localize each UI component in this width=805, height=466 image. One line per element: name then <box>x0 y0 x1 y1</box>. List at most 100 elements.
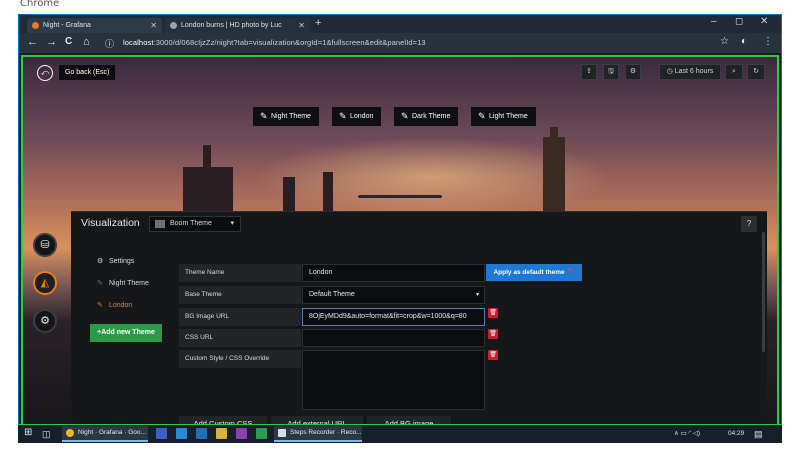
app-icon[interactable] <box>196 428 207 439</box>
settings-gear-icon[interactable]: ⚙ <box>625 64 641 80</box>
save-icon[interactable]: 🖫 <box>603 64 619 80</box>
help-button[interactable]: ? <box>741 216 757 232</box>
visualization-editor: Visualization Boom Theme ▾ ? ⚙ Settings … <box>71 211 767 424</box>
css-url-input[interactable] <box>302 329 485 347</box>
delete-custom-style-icon[interactable]: 🗑 <box>488 350 498 360</box>
excel-icon[interactable] <box>256 428 267 439</box>
delete-css-url-icon[interactable]: 🗑 <box>488 329 498 339</box>
app-icon[interactable] <box>156 428 167 439</box>
tab-grafana[interactable]: Night - Grafana ✕ <box>27 18 162 33</box>
start-windows-icon[interactable]: ⊞ <box>24 427 32 439</box>
clock[interactable]: 04:29 <box>728 428 744 440</box>
pencil-icon: ✎ <box>97 280 103 287</box>
editor-scrollbar[interactable] <box>762 232 765 352</box>
url-host: localhost <box>123 38 154 47</box>
minimize-button[interactable]: – <box>711 16 717 27</box>
gear-icon: ⚙ <box>97 258 104 265</box>
caret-down-icon: ▾ <box>230 220 234 227</box>
reload-icon[interactable]: C <box>65 36 72 47</box>
zoom-out-icon[interactable]: ⌕ <box>725 64 743 80</box>
pencil-icon: ✎ <box>339 111 347 121</box>
notification-center-icon[interactable]: ▤ <box>754 428 763 440</box>
browser-menu-icon[interactable]: ⋮ <box>763 36 773 47</box>
tab-title: London burns | HD photo by Luc <box>181 22 282 29</box>
taskbar-chrome-window[interactable]: Night · Grafana · Goo... <box>62 426 148 442</box>
close-tab-icon[interactable]: ✕ <box>298 18 305 33</box>
base-theme-value: Default Theme <box>309 291 355 298</box>
london-theme-button[interactable]: ✎ London <box>332 107 382 126</box>
maximize-button[interactable]: ◻ <box>735 16 743 27</box>
app-icon[interactable] <box>236 428 247 439</box>
pencil-icon: ✎ <box>97 302 103 309</box>
pencil-icon: ✎ <box>401 111 409 121</box>
theme-name-label: Theme Name <box>179 264 301 282</box>
address-bar-row: ← → C ⌂ ⓘ localhost:3000/d/068cIjzZz/nig… <box>19 33 781 53</box>
base-theme-select[interactable]: Default Theme ▾ <box>302 286 485 304</box>
nav-night-theme[interactable]: ✎ Night Theme <box>97 279 149 287</box>
custom-style-textarea[interactable] <box>302 350 485 410</box>
system-tray-icons[interactable]: ∧ ▭ ◜ ◁) <box>674 428 700 440</box>
night-theme-button[interactable]: ✎ Night Theme <box>253 107 319 126</box>
page-favicon-icon <box>170 22 177 29</box>
refresh-icon[interactable]: ↻ <box>747 64 765 80</box>
caret-down-icon: ▾ <box>475 292 479 298</box>
site-info-icon[interactable]: ⓘ <box>105 37 114 50</box>
go-back-icon[interactable]: ⤺ <box>37 65 53 81</box>
taskbar-window-title: Steps Recorder · Reco... <box>290 429 362 436</box>
apply-default-theme-button[interactable]: Apply as default theme ❓ <box>486 264 582 281</box>
general-settings-icon[interactable]: ⚙ <box>33 309 57 333</box>
theme-button-label: Night Theme <box>271 113 311 120</box>
browser-window: Night - Grafana ✕ London burns | HD phot… <box>18 14 782 443</box>
task-view-icon[interactable]: ◫ <box>42 428 51 440</box>
vscode-icon[interactable] <box>176 428 187 439</box>
plugin-name: Boom Theme <box>170 220 212 227</box>
add-new-theme-button[interactable]: +Add new Theme <box>90 324 162 342</box>
panel-resize-handle[interactable] <box>358 195 442 198</box>
theme-button-label: Light Theme <box>489 113 528 120</box>
tab-title: Night - Grafana <box>43 22 91 29</box>
chrome-icon <box>66 429 74 437</box>
nav-london[interactable]: ✎ London <box>97 301 132 309</box>
close-window-button[interactable]: ✕ <box>760 16 768 27</box>
grafana-favicon-icon <box>32 22 39 29</box>
forward-arrow-icon[interactable]: → <box>46 36 57 48</box>
time-range-picker[interactable]: ◷ Last 6 hours <box>659 64 721 80</box>
css-url-label: CSS URL <box>179 329 301 347</box>
theme-button-label: London <box>350 113 374 120</box>
windows-taskbar: ⊞ ◫ Night · Grafana · Goo... Steps Recor… <box>18 424 782 443</box>
clock-tower-spire <box>550 127 558 141</box>
profile-avatar-icon[interactable]: ◐ <box>741 36 747 47</box>
bookmark-star-icon[interactable]: ☆ <box>720 36 729 47</box>
nav-label: London <box>108 302 133 309</box>
base-theme-label: Base Theme <box>179 286 301 304</box>
back-arrow-icon[interactable]: ← <box>27 36 38 48</box>
taskbar-window-title: Night · Grafana · Goo... <box>78 429 146 436</box>
tab-bar: Night - Grafana ✕ London burns | HD phot… <box>19 15 781 33</box>
new-tab-button[interactable]: + <box>315 17 321 29</box>
close-tab-icon[interactable]: ✕ <box>150 18 157 33</box>
dark-theme-button[interactable]: ✎ Dark Theme <box>394 107 459 126</box>
share-icon[interactable]: ⇪ <box>581 64 597 80</box>
custom-style-label: Custom Style / CSS Override <box>179 350 301 368</box>
nav-label: Night Theme <box>108 280 149 287</box>
delete-bg-image-icon[interactable]: 🗑 <box>488 308 498 318</box>
queries-database-icon[interactable]: ⛁ <box>33 233 57 257</box>
pencil-icon: ✎ <box>478 111 486 121</box>
url-input[interactable]: localhost:3000/d/068cIjzZz/night?tab=vis… <box>123 38 426 47</box>
bg-image-url-input[interactable]: 8OjEyMDd9&auto=format&fit=crop&w=1000&q=… <box>302 308 485 326</box>
home-icon[interactable]: ⌂ <box>83 36 90 48</box>
folder-icon[interactable] <box>216 428 227 439</box>
theme-button-label: Dark Theme <box>412 113 451 120</box>
steps-recorder-icon <box>278 429 286 437</box>
theme-name-input[interactable]: London <box>302 264 485 282</box>
background-spire <box>203 145 211 175</box>
plugin-icon <box>155 220 165 228</box>
tab-london-photo[interactable]: London burns | HD photo by Luc ✕ <box>165 18 310 33</box>
visualization-chart-icon[interactable]: ◭ <box>33 271 57 295</box>
editor-header: Visualization Boom Theme ▾ ? <box>71 212 767 235</box>
visualization-picker[interactable]: Boom Theme ▾ <box>149 216 241 232</box>
taskbar-steps-recorder-window[interactable]: Steps Recorder · Reco... <box>274 426 362 442</box>
nav-settings[interactable]: ⚙ Settings <box>97 257 134 265</box>
light-theme-button[interactable]: ✎ Light Theme <box>471 107 536 126</box>
url-path: :3000/d/068cIjzZz/night?tab=visualizatio… <box>153 38 426 47</box>
